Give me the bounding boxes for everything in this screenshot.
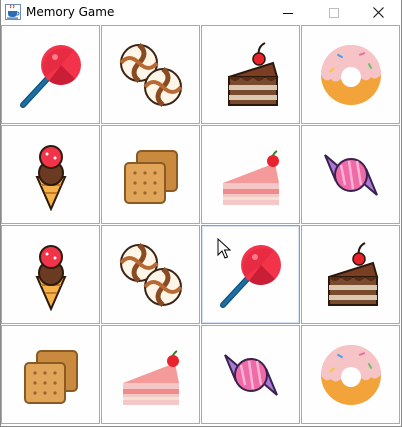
card-r3-c3[interactable] bbox=[201, 225, 300, 324]
minimize-button[interactable] bbox=[265, 0, 311, 25]
app-window: Memory Game bbox=[0, 0, 402, 427]
wrapped-candy-icon bbox=[323, 153, 378, 196]
card-r4-c4[interactable] bbox=[301, 325, 400, 424]
biscuits-icon bbox=[23, 349, 78, 404]
maximize-icon bbox=[329, 7, 339, 18]
donut-icon bbox=[320, 344, 381, 405]
lollipop-icon bbox=[19, 44, 81, 108]
chocolate-cake-icon bbox=[327, 241, 378, 306]
strawberry-cake-icon bbox=[122, 349, 179, 405]
card-r3-c1[interactable] bbox=[1, 225, 100, 324]
card-r2-c1[interactable] bbox=[1, 125, 100, 224]
donut-icon bbox=[320, 44, 381, 105]
maximize-button[interactable] bbox=[311, 0, 357, 25]
card-r2-c2[interactable] bbox=[101, 125, 200, 224]
card-r1-c2[interactable] bbox=[101, 25, 200, 124]
card-r4-c2[interactable] bbox=[101, 325, 200, 424]
card-r1-c3[interactable] bbox=[201, 25, 300, 124]
wrapped-candy-icon bbox=[223, 353, 278, 396]
card-r1-c1[interactable] bbox=[1, 25, 100, 124]
card-r3-c2[interactable] bbox=[101, 225, 200, 324]
card-grid bbox=[1, 25, 401, 426]
close-icon bbox=[372, 7, 384, 18]
strawberry-cake-icon bbox=[222, 149, 279, 205]
chocolate-cake-icon bbox=[227, 41, 278, 106]
close-button[interactable] bbox=[355, 0, 401, 25]
title-bar[interactable]: Memory Game bbox=[1, 0, 401, 25]
biscuits-icon bbox=[123, 149, 178, 204]
lollipop-icon bbox=[219, 244, 281, 308]
ice-cream-cone-icon bbox=[34, 244, 67, 311]
ice-cream-cone-icon bbox=[34, 144, 67, 211]
card-r4-c1[interactable] bbox=[1, 325, 100, 424]
card-r4-c3[interactable] bbox=[201, 325, 300, 424]
card-r2-c4[interactable] bbox=[301, 125, 400, 224]
card-r3-c4[interactable] bbox=[301, 225, 400, 324]
window-title: Memory Game bbox=[26, 5, 115, 19]
card-r1-c4[interactable] bbox=[301, 25, 400, 124]
minimize-icon bbox=[283, 12, 293, 14]
java-cup-icon bbox=[5, 4, 21, 20]
swirl-candies-icon bbox=[118, 242, 183, 307]
card-r2-c3[interactable] bbox=[201, 125, 300, 224]
swirl-candies-icon bbox=[118, 42, 183, 107]
